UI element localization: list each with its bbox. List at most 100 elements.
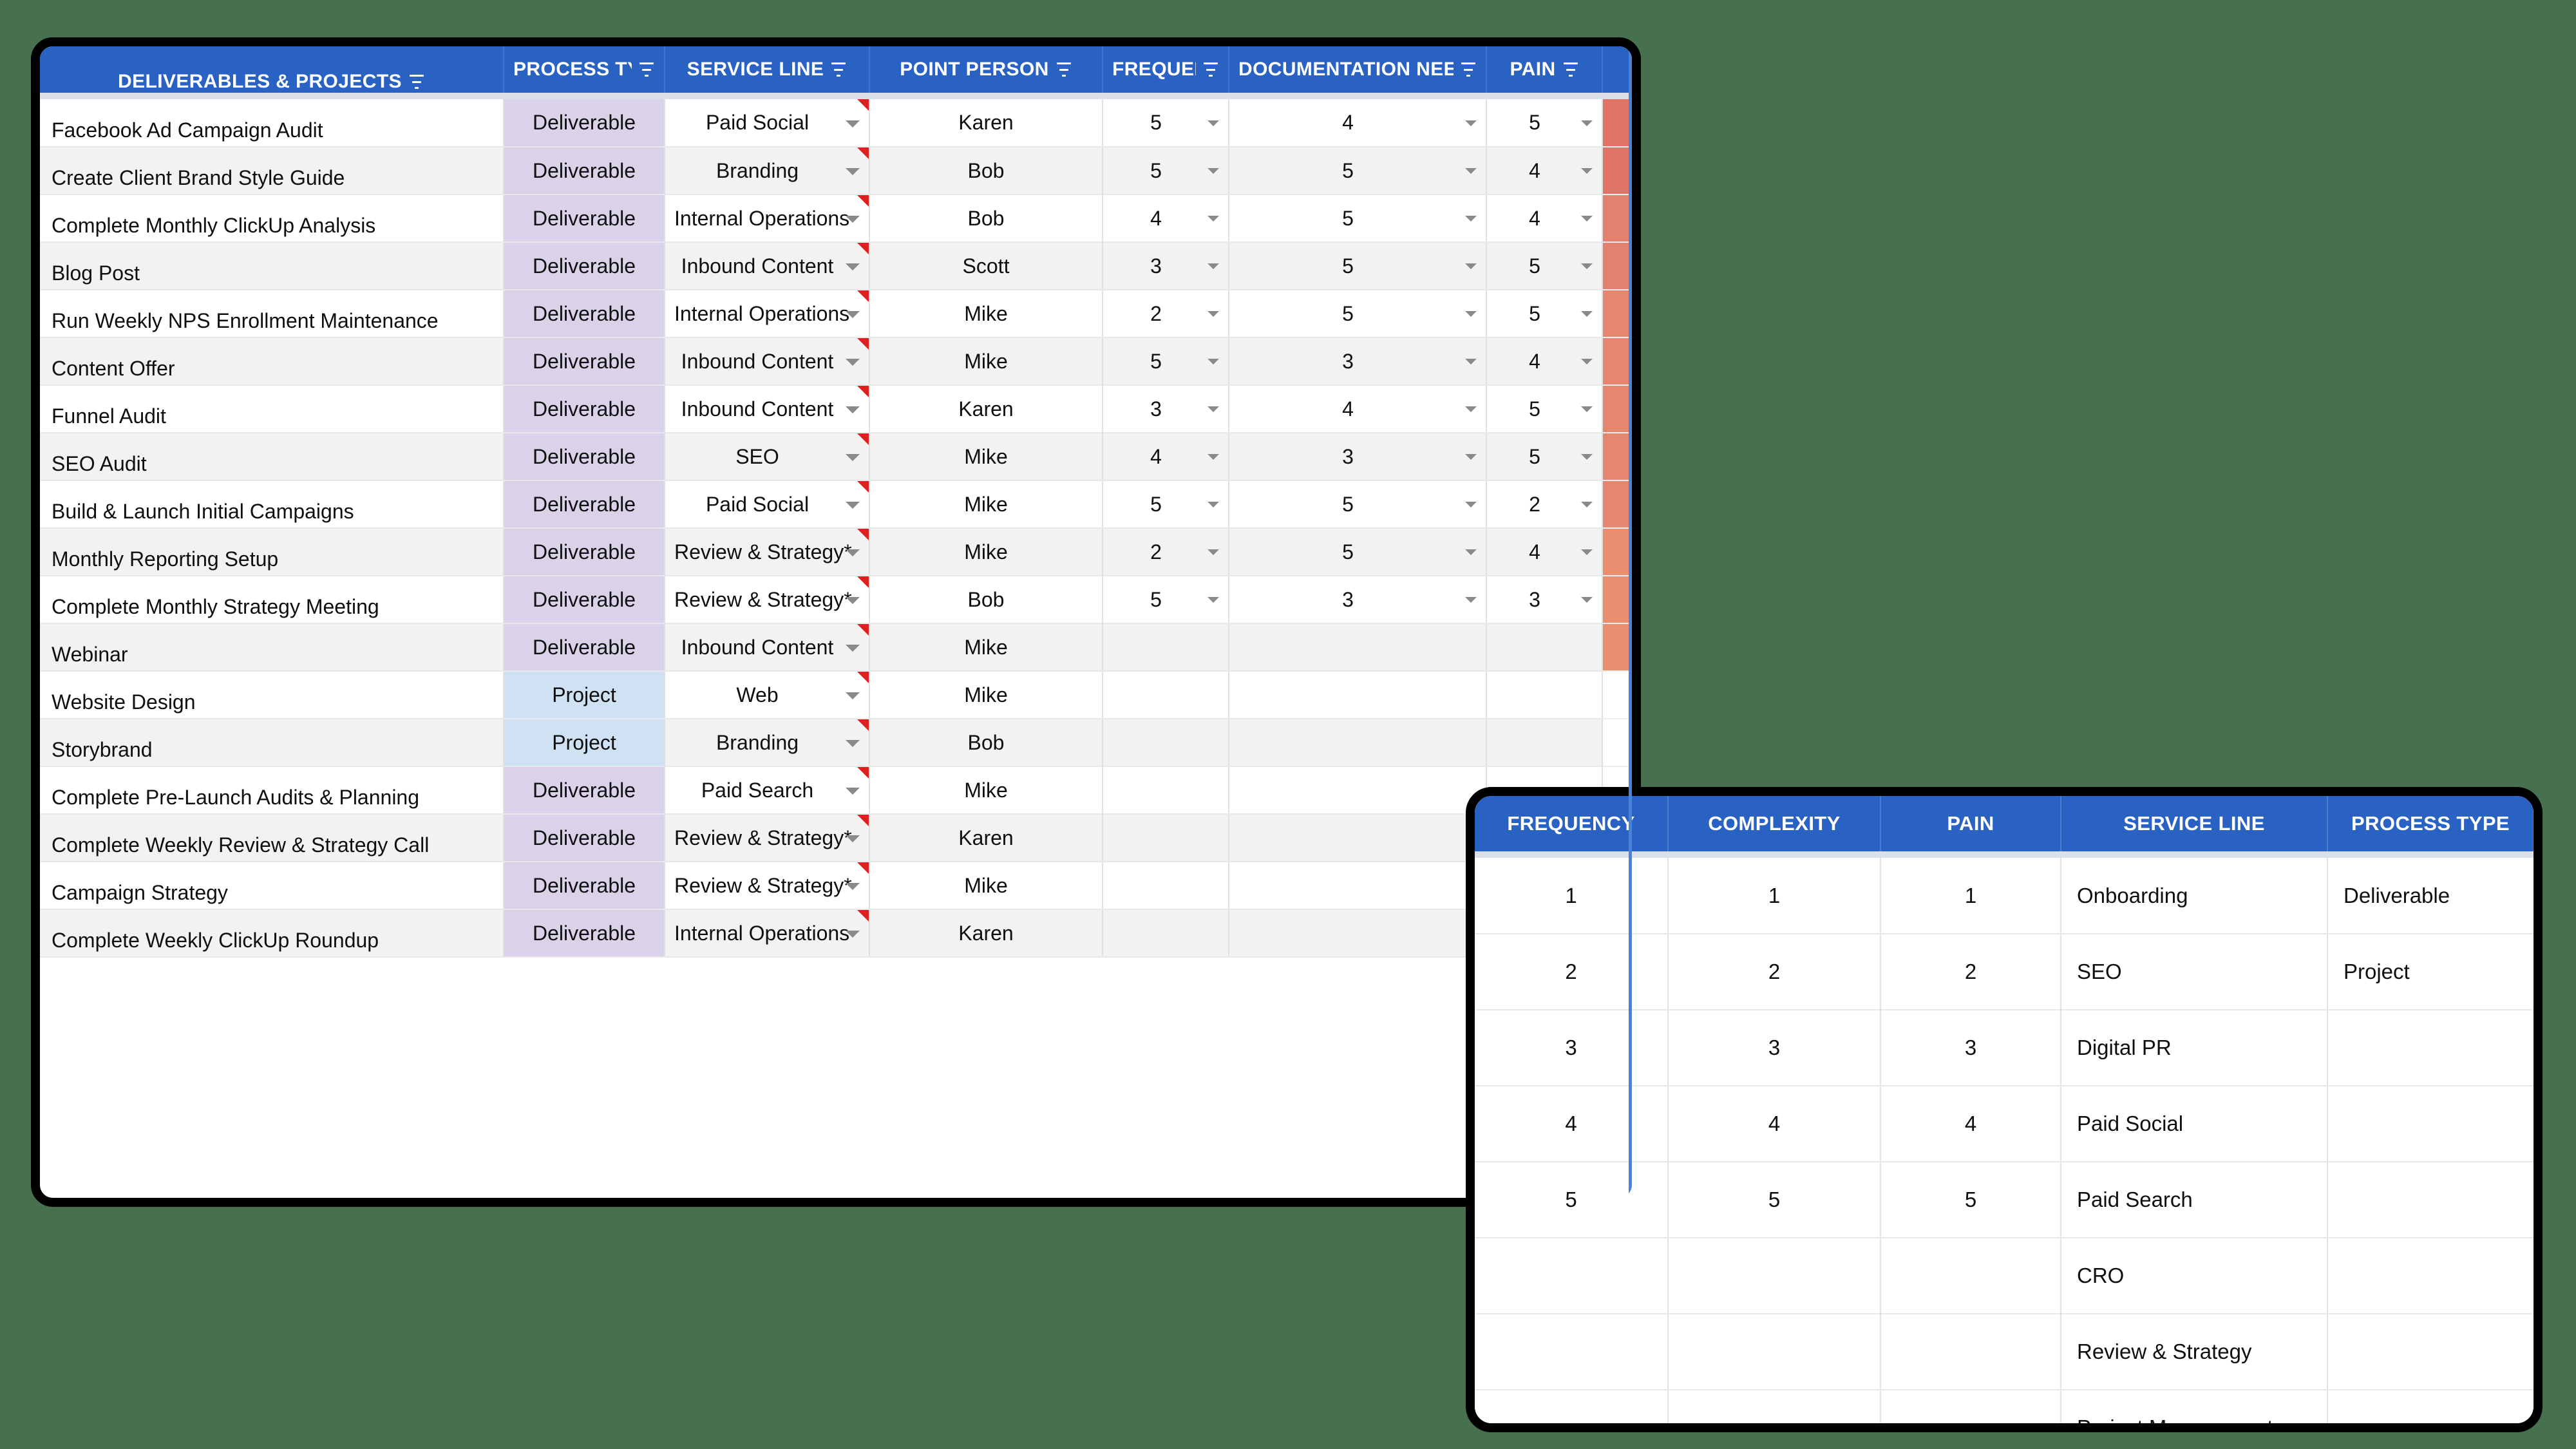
- chevron-down-icon[interactable]: [1208, 311, 1219, 317]
- chevron-down-icon[interactable]: [846, 454, 860, 461]
- filter-icon[interactable]: [638, 62, 655, 77]
- chevron-down-icon[interactable]: [1465, 502, 1477, 507]
- cell-documentation-needs[interactable]: [1229, 671, 1487, 719]
- chevron-down-icon[interactable]: [846, 740, 860, 747]
- cell-point-person[interactable]: Bob: [869, 194, 1103, 243]
- cell-deliverable-name[interactable]: Funnel Audit: [40, 385, 504, 433]
- cell-deliverable-name[interactable]: Content Offer: [40, 337, 504, 386]
- cell-process-type[interactable]: Deliverable: [504, 766, 665, 815]
- cell-service-line[interactable]: Inbound Content: [665, 337, 870, 386]
- cell-point-person[interactable]: Bob: [869, 147, 1103, 195]
- table-row[interactable]: Webinar Deliverable Inbound Content Mike: [40, 623, 1632, 672]
- cell-point-person[interactable]: Bob: [869, 576, 1103, 624]
- cell-deliverable-name[interactable]: Complete Pre-Launch Audits & Planning: [40, 766, 504, 815]
- chevron-down-icon[interactable]: [846, 549, 860, 556]
- chevron-down-icon[interactable]: [1581, 549, 1593, 555]
- cell-pain[interactable]: 3: [1486, 576, 1603, 624]
- cell-frequency[interactable]: [1103, 623, 1229, 672]
- cell-service-line[interactable]: Review & Strategy*: [665, 576, 870, 624]
- chevron-down-icon[interactable]: [1581, 406, 1593, 412]
- table-row[interactable]: Content Offer Deliverable Inbound Content M…: [40, 337, 1632, 386]
- cell-process-type[interactable]: Deliverable: [504, 528, 665, 576]
- cell-service-line[interactable]: SEO: [665, 433, 870, 481]
- cell-process-type[interactable]: Deliverable: [504, 623, 665, 672]
- chevron-down-icon[interactable]: [846, 120, 860, 128]
- cell-score[interactable]: [1602, 719, 1632, 767]
- cell-service-line[interactable]: Paid Search: [665, 766, 870, 815]
- table-row[interactable]: Complete Weekly ClickUp Roundup Deliverab…: [40, 909, 1632, 958]
- cell-pain[interactable]: 5: [1486, 385, 1603, 433]
- cell-point-person[interactable]: Karen: [869, 99, 1103, 147]
- chevron-down-icon[interactable]: [1465, 216, 1477, 222]
- cell-service-line[interactable]: Review & Strategy*: [665, 528, 870, 576]
- chevron-down-icon[interactable]: [1208, 359, 1219, 365]
- table-row[interactable]: Funnel Audit Deliverable Inbound Content Ka…: [40, 385, 1632, 433]
- cell-deliverable-name[interactable]: Run Weekly NPS Enrollment Maintenance: [40, 290, 504, 338]
- cell-frequency[interactable]: 5: [1103, 480, 1229, 529]
- cell-point-person[interactable]: Mike: [869, 623, 1103, 672]
- cell-deliverable-name[interactable]: Complete Weekly ClickUp Roundup: [40, 909, 504, 958]
- cell-deliverable-name[interactable]: SEO Audit: [40, 433, 504, 481]
- cell-documentation-needs[interactable]: 3: [1229, 433, 1487, 481]
- chevron-down-icon[interactable]: [1581, 168, 1593, 174]
- filter-icon[interactable]: [408, 75, 425, 89]
- cell-documentation-needs[interactable]: 4: [1229, 99, 1487, 147]
- cell-service-line[interactable]: Branding: [665, 147, 870, 195]
- cell-documentation-needs[interactable]: [1229, 909, 1487, 958]
- cell-process-type[interactable]: Project: [504, 671, 665, 719]
- cell-deliverable-name[interactable]: Monthly Reporting Setup: [40, 528, 504, 576]
- cell-frequency[interactable]: [1103, 766, 1229, 815]
- chevron-down-icon[interactable]: [1465, 359, 1477, 365]
- chevron-down-icon[interactable]: [846, 645, 860, 652]
- chevron-down-icon[interactable]: [1465, 263, 1477, 269]
- cell-frequency[interactable]: 4: [1103, 433, 1229, 481]
- cell-process-type[interactable]: Deliverable: [504, 909, 665, 958]
- table-row[interactable]: Facebook Ad Campaign Audit Deliverable Pai…: [40, 99, 1632, 147]
- cell-score[interactable]: [1602, 671, 1632, 719]
- chevron-down-icon[interactable]: [846, 311, 860, 318]
- chevron-down-icon[interactable]: [1208, 597, 1219, 603]
- filter-icon[interactable]: [1202, 62, 1219, 77]
- cell-pain[interactable]: 5: [1486, 290, 1603, 338]
- table-row[interactable]: Complete Pre-Launch Audits & Planning Del…: [40, 766, 1632, 815]
- cell-score[interactable]: 13: [1602, 194, 1632, 243]
- chevron-down-icon[interactable]: [1465, 454, 1477, 460]
- column-header-frequency[interactable]: FREQUENCY: [1103, 46, 1229, 93]
- column-header-service-line[interactable]: SERVICE LINE: [665, 46, 870, 93]
- chevron-down-icon[interactable]: [1581, 597, 1593, 603]
- cell-frequency[interactable]: 5: [1103, 576, 1229, 624]
- cell-deliverable-name[interactable]: Complete Monthly ClickUp Analysis: [40, 194, 504, 243]
- table-row[interactable]: Complete Monthly Strategy Meeting Deliver…: [40, 576, 1632, 624]
- cell-frequency[interactable]: 2: [1103, 528, 1229, 576]
- cell-score[interactable]: 13: [1602, 242, 1632, 290]
- cell-process-type[interactable]: Deliverable: [504, 99, 665, 147]
- cell-documentation-needs[interactable]: [1229, 814, 1487, 862]
- cell-documentation-needs[interactable]: 3: [1229, 576, 1487, 624]
- chevron-down-icon[interactable]: [846, 692, 860, 699]
- cell-point-person[interactable]: Karen: [869, 814, 1103, 862]
- cell-point-person[interactable]: Karen: [869, 909, 1103, 958]
- cell-pain[interactable]: 5: [1486, 433, 1603, 481]
- cell-documentation-needs[interactable]: 5: [1229, 242, 1487, 290]
- chevron-down-icon[interactable]: [1208, 168, 1219, 174]
- cell-deliverable-name[interactable]: Storybrand: [40, 719, 504, 767]
- cell-point-person[interactable]: Mike: [869, 433, 1103, 481]
- cell-score[interactable]: 11: [1602, 528, 1632, 576]
- cell-point-person[interactable]: Mike: [869, 528, 1103, 576]
- cell-service-line[interactable]: Review & Strategy*: [665, 862, 870, 910]
- table-row[interactable]: Monthly Reporting Setup Deliverable Review…: [40, 528, 1632, 576]
- cell-deliverable-name[interactable]: Campaign Strategy: [40, 862, 504, 910]
- cell-service-line[interactable]: Internal Operations: [665, 909, 870, 958]
- cell-point-person[interactable]: Mike: [869, 480, 1103, 529]
- cell-score[interactable]: 12: [1602, 433, 1632, 481]
- cell-service-line[interactable]: Paid Social: [665, 480, 870, 529]
- chevron-down-icon[interactable]: [1208, 549, 1219, 555]
- chevron-down-icon[interactable]: [846, 597, 860, 604]
- cell-documentation-needs[interactable]: [1229, 719, 1487, 767]
- cell-point-person[interactable]: Mike: [869, 671, 1103, 719]
- chevron-down-icon[interactable]: [1208, 216, 1219, 222]
- column-header-process-type[interactable]: PROCESS TYPE: [504, 46, 665, 93]
- cell-deliverable-name[interactable]: Complete Weekly Review & Strategy Call: [40, 814, 504, 862]
- column-header-deliverables[interactable]: DELIVERABLES & PROJECTS: [40, 46, 504, 93]
- chevron-down-icon[interactable]: [846, 216, 860, 223]
